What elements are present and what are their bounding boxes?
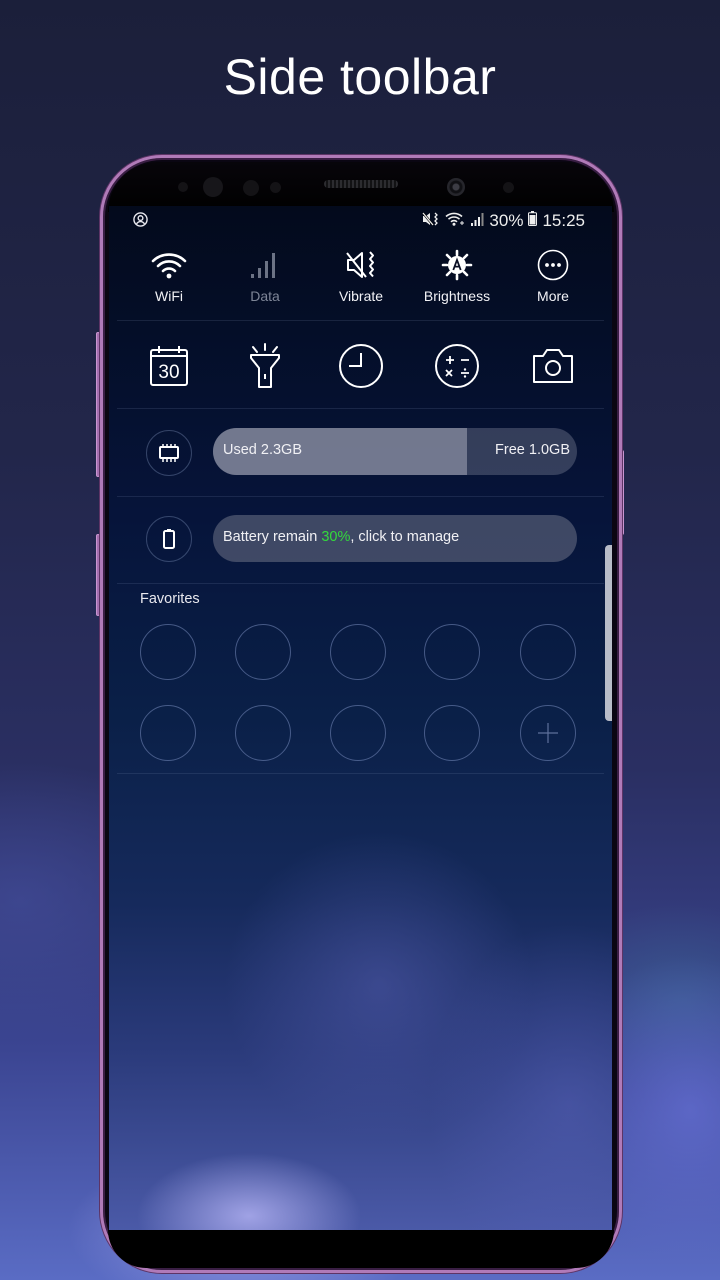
sensor-dot: [503, 182, 514, 193]
mute-vibrate-icon: [422, 211, 440, 231]
toggle-wifi[interactable]: WiFi: [121, 248, 217, 318]
account-icon: [133, 212, 148, 232]
light-sensor: [243, 180, 259, 196]
shortcut-camera[interactable]: [505, 338, 601, 394]
toggle-label: More: [537, 288, 569, 304]
shortcut-calculator[interactable]: [409, 338, 505, 394]
toggle-label: Brightness: [423, 288, 491, 304]
calendar-day: 30: [158, 362, 179, 383]
toggle-more[interactable]: More: [505, 248, 601, 318]
memory-usage-bar[interactable]: Used 2.3GB Free 1.0GB: [213, 428, 577, 475]
clock-icon: [339, 344, 383, 388]
divider: [117, 496, 604, 497]
front-camera: [447, 178, 465, 196]
memory-chip-icon: [159, 444, 179, 462]
shortcut-clock[interactable]: [313, 338, 409, 394]
iris-sensor: [203, 177, 223, 197]
earpiece-speaker: [324, 180, 398, 188]
camera-icon: [533, 349, 573, 383]
toggle-data[interactable]: Data: [217, 248, 313, 318]
favorite-slot[interactable]: [140, 705, 196, 761]
memory-used-label: Used 2.3GB: [223, 442, 302, 458]
shortcut-calendar[interactable]: 30: [121, 338, 217, 394]
memory-row: Used 2.3GB Free 1.0GB: [109, 410, 612, 498]
favorite-slot[interactable]: [330, 705, 386, 761]
favorite-slot[interactable]: [235, 624, 291, 680]
plus-icon: [538, 723, 558, 743]
toggle-brightness[interactable]: Brightness: [409, 248, 505, 318]
quick-toggles: WiFi Data Vibrate Brightness More: [109, 248, 612, 318]
shortcut-flashlight[interactable]: [217, 338, 313, 394]
divider: [117, 773, 604, 774]
divider: [117, 583, 604, 584]
battery-text-prefix: Battery remain: [223, 529, 322, 545]
divider: [117, 408, 604, 409]
toggle-vibrate[interactable]: Vibrate: [313, 248, 409, 318]
page-title: Side toolbar: [223, 49, 497, 105]
auto-brightness-icon: [441, 248, 473, 282]
favorite-slot[interactable]: [235, 705, 291, 761]
favorite-slot[interactable]: [424, 705, 480, 761]
calendar-icon: 30: [150, 346, 188, 386]
battery-percent-text: 30%: [489, 211, 524, 230]
battery-icon: [163, 529, 175, 549]
calculator-icon: [435, 344, 479, 388]
toggle-label: Data: [250, 288, 280, 304]
divider: [117, 320, 604, 321]
phone-bottom-bezel: [108, 1230, 614, 1268]
toggle-label: WiFi: [155, 288, 183, 304]
phone-screen: 30% 15:25 WiFi Data Vibrate Brightness M…: [109, 206, 612, 1232]
battery-percent: 30%: [321, 529, 351, 545]
battery-manage-bar[interactable]: Battery remain 30%, click to manage: [213, 515, 577, 562]
wifi-icon: [151, 248, 187, 282]
led-sensor: [270, 182, 281, 193]
status-bar: 30% 15:25: [109, 206, 612, 236]
favorites-label: Favorites: [140, 591, 200, 607]
signal-icon: [470, 212, 484, 231]
favorite-slot[interactable]: [140, 624, 196, 680]
mobile-data-icon: [250, 248, 280, 282]
battery-icon: [528, 211, 538, 231]
memory-chip-button[interactable]: [146, 430, 192, 476]
favorite-slot[interactable]: [424, 624, 480, 680]
battery-status-text: Battery remain 30%, click to manage: [223, 529, 459, 545]
wifi-icon: [445, 212, 465, 231]
favorite-slot[interactable]: [520, 624, 576, 680]
battery-button[interactable]: [146, 516, 192, 562]
memory-free-label: Free 1.0GB: [495, 442, 570, 458]
battery-text-suffix: , click to manage: [350, 529, 460, 545]
clock-time: 15:25: [542, 211, 585, 230]
side-toolbar-handle[interactable]: [605, 545, 612, 721]
vibrate-icon: [345, 248, 377, 282]
toggle-label: Vibrate: [338, 288, 384, 304]
more-icon: [537, 248, 569, 282]
app-shortcuts: 30: [109, 338, 612, 394]
add-favorite-button[interactable]: [520, 705, 576, 761]
favorite-slot[interactable]: [330, 624, 386, 680]
battery-row: Battery remain 30%, click to manage: [109, 498, 612, 586]
flashlight-icon: [250, 343, 280, 388]
proximity-sensor: [178, 182, 188, 192]
